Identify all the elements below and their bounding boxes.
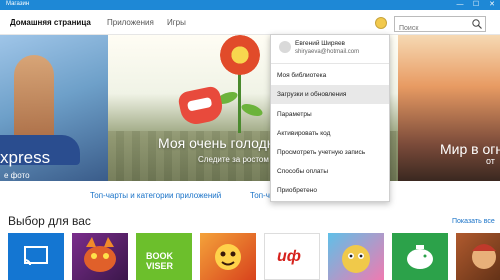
hero-image-leaf <box>239 101 265 119</box>
tab-apps[interactable]: Приложения <box>107 18 154 27</box>
game-icon <box>472 244 496 269</box>
app-tile[interactable]: иф <box>264 233 320 280</box>
hero-carousel[interactable]: xpress е фото Моя очень голодн Следите з… <box>0 35 500 181</box>
menu-item-my-library[interactable]: Моя библиотека <box>271 66 389 85</box>
top-charts-link-2[interactable]: Топ-ч <box>250 191 270 200</box>
app-tile-label: BOOK VISER <box>146 251 174 271</box>
close-button[interactable]: ✕ <box>484 0 500 10</box>
dragon-icon <box>84 237 116 272</box>
menu-item-redeem-code[interactable]: Активировать код <box>271 124 389 143</box>
search-box[interactable] <box>394 16 486 36</box>
account-avatar-button[interactable] <box>375 17 387 29</box>
app-tile[interactable] <box>200 233 256 280</box>
menu-item-payment-options[interactable]: Способы оплаты <box>271 162 389 181</box>
menu-divider <box>271 63 389 64</box>
show-all-link[interactable]: Показать все <box>452 218 495 225</box>
piggy-bank-icon <box>407 245 433 269</box>
hero-left-title: xpress <box>0 148 51 167</box>
minimize-button[interactable]: — <box>452 0 468 10</box>
window-controls: — ☐ ✕ <box>452 0 500 10</box>
search-icon[interactable] <box>471 18 483 30</box>
account-user-info[interactable]: Евгений Ширяев shiryaeva@hotmail.com <box>271 35 389 63</box>
app-tile-label: иф <box>277 248 301 265</box>
hero-image-flower <box>220 35 260 75</box>
hero-left-subtitle: е фото <box>4 171 30 180</box>
menu-item-settings[interactable]: Параметры <box>271 105 389 124</box>
hero-main-subtitle: Следите за ростом п <box>198 155 276 164</box>
search-input[interactable] <box>395 21 473 36</box>
user-name: Евгений Ширяев <box>295 40 346 47</box>
section-title: Выбор для вас <box>8 214 91 228</box>
app-tile[interactable] <box>328 233 384 280</box>
top-navigation: Домашняя страница Приложения Игры <box>0 10 500 36</box>
hero-image-watering-can <box>176 85 226 127</box>
account-menu: Евгений Ширяев shiryaeva@hotmail.com Моя… <box>270 34 390 202</box>
category-links: Топ-чарты и категории приложений Топ-ч <box>0 187 500 201</box>
tab-home[interactable]: Домашняя страница <box>10 18 91 27</box>
menu-item-purchased[interactable]: Приобретено <box>271 181 389 200</box>
game-icon <box>215 244 241 270</box>
menu-item-downloads-updates[interactable]: Загрузки и обновления <box>271 85 389 104</box>
character-icon <box>342 245 370 273</box>
cast-icon <box>24 246 48 266</box>
app-tiles: BOOK VISER иф <box>8 233 500 280</box>
app-tile[interactable] <box>456 233 500 280</box>
hero-slide-left[interactable]: xpress е фото <box>0 35 108 181</box>
hero-image-stem <box>238 73 241 133</box>
hero-slide-right[interactable]: Мир в огне – от <box>398 35 500 181</box>
app-tile[interactable] <box>72 233 128 280</box>
title-bar: Магазин — ☐ ✕ <box>0 0 500 10</box>
maximize-button[interactable]: ☐ <box>468 0 484 10</box>
tab-games[interactable]: Игры <box>167 18 186 27</box>
app-tile[interactable] <box>8 233 64 280</box>
hero-right-title: Мир в огне – <box>440 141 500 157</box>
window-title: Магазин <box>6 1 30 7</box>
menu-item-view-account[interactable]: Просмотреть учетную запись <box>271 143 389 162</box>
user-email: shiryaeva@hotmail.com <box>295 49 360 55</box>
top-charts-link[interactable]: Топ-чарты и категории приложений <box>90 191 221 200</box>
hero-image-person <box>14 55 54 145</box>
app-tile[interactable] <box>392 233 448 280</box>
user-avatar <box>279 41 291 53</box>
hero-right-subtitle: от <box>486 156 495 166</box>
hero-main-title: Моя очень голодн <box>158 135 275 151</box>
app-tile[interactable]: BOOK VISER <box>136 233 192 280</box>
